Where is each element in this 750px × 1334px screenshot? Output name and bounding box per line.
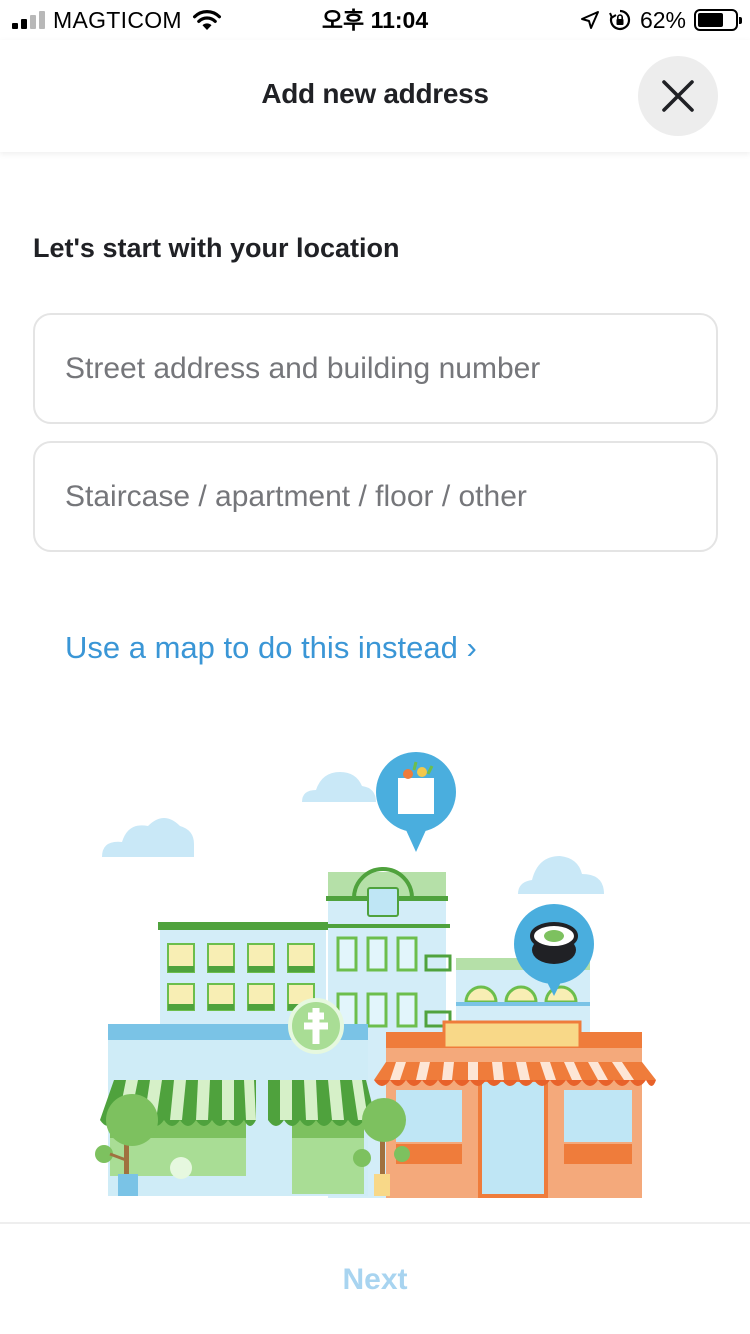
address-details-field (33, 441, 718, 552)
storefront-illustration (95, 752, 656, 1198)
status-bar: MAGTICOM 오후 11:04 62% (0, 0, 750, 40)
sushi-shop (374, 1020, 656, 1198)
header: Add new address (0, 40, 750, 152)
battery-percent: 62% (639, 6, 686, 33)
location-arrow-icon (580, 11, 599, 29)
grocery-bag-pin-icon (376, 752, 456, 852)
street-address-field (33, 313, 718, 424)
pharmacy-cross-icon (288, 998, 344, 1054)
right-green-awning (268, 1080, 376, 1126)
next-button[interactable]: Next (0, 1224, 750, 1334)
address-details-input[interactable] (35, 443, 716, 550)
use-map-link[interactable]: Use a map to do this instead › (65, 630, 477, 666)
rotation-lock-icon (609, 9, 631, 31)
close-icon (662, 80, 694, 112)
close-button[interactable] (638, 56, 718, 136)
section-title: Let's start with your location (33, 233, 400, 263)
footer: Next (0, 1222, 750, 1334)
status-right: 62% (580, 6, 742, 34)
battery-icon (694, 9, 742, 31)
street-address-input[interactable] (35, 315, 716, 422)
